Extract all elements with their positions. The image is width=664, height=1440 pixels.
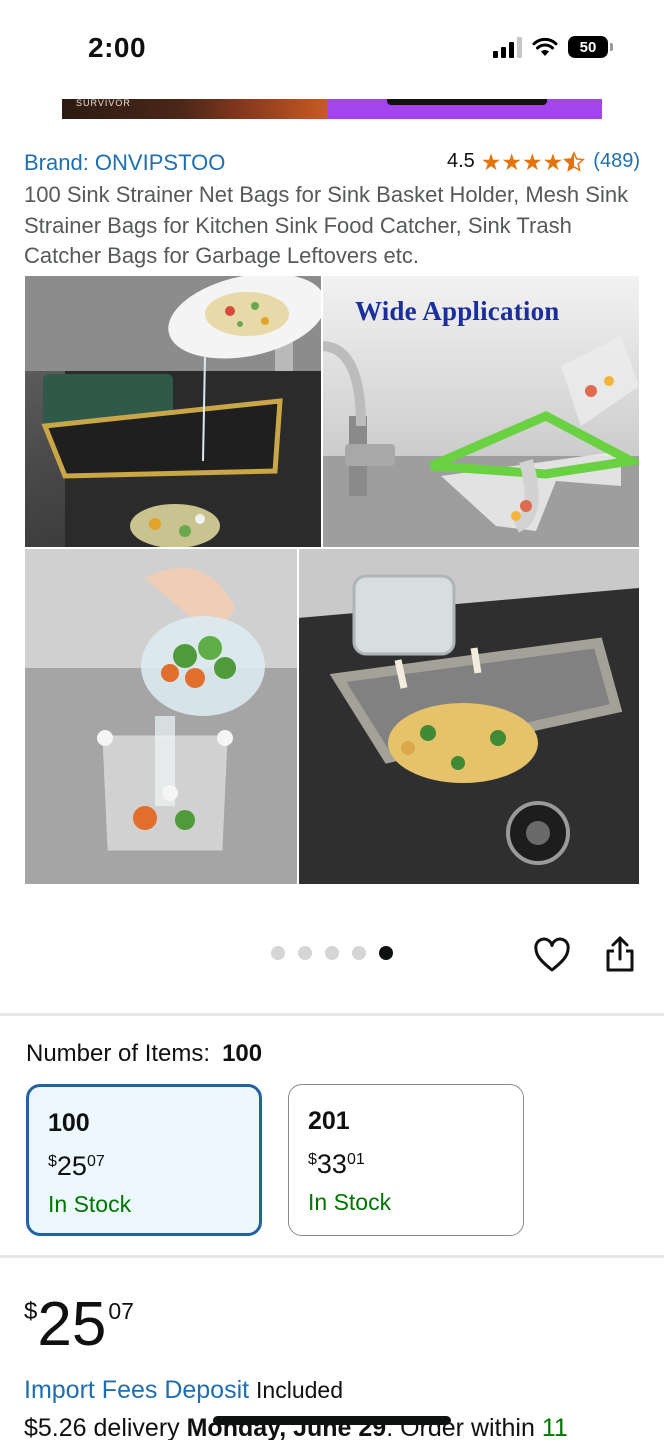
- star-full-icon: ★: [522, 148, 543, 175]
- product-image[interactable]: Wide Application: [25, 276, 639, 884]
- rating-summary[interactable]: 4.5 ★ ★ ★ ★ (489): [447, 150, 640, 173]
- variation-label-text: Number of Items:: [26, 1040, 211, 1067]
- wishlist-button[interactable]: [533, 937, 571, 975]
- import-fees-link[interactable]: Import Fees Deposit: [24, 1376, 249, 1404]
- price-cents: 07: [108, 1298, 134, 1324]
- ad-artwork: SURVIVOR: [62, 99, 327, 119]
- star-rating: ★ ★ ★ ★: [480, 148, 586, 175]
- import-fees-suffix: Included: [256, 1377, 344, 1403]
- product-price: $ 25 07: [24, 1292, 134, 1358]
- variation-option-201[interactable]: 201 $3301 In Stock: [288, 1084, 524, 1236]
- section-divider: [0, 1013, 664, 1016]
- rating-value: 4.5: [446, 150, 475, 172]
- product-title: 100 Sink Strainer Net Bags for Sink Bask…: [24, 182, 629, 268]
- ad-brand-text: SURVIVOR: [76, 99, 131, 108]
- wifi-icon: [532, 37, 558, 56]
- ad-banner[interactable]: SURVIVOR: [62, 99, 602, 119]
- image-panel-plate-sink: [25, 276, 321, 548]
- status-time: 2:00: [88, 32, 147, 63]
- option-stock-status: In Stock: [308, 1189, 392, 1215]
- image-panel-pasta-holder: [298, 548, 639, 884]
- brand-link[interactable]: Brand: ONVIPSTOO: [24, 150, 225, 176]
- share-icon: [606, 936, 634, 972]
- price-currency: $: [24, 1298, 38, 1325]
- image-panel-bowl-strainer: [25, 548, 298, 884]
- option-stock-status: In Stock: [48, 1191, 132, 1217]
- delivery-price: $5.26 delivery: [24, 1414, 180, 1440]
- status-icons: 50: [493, 36, 613, 58]
- image-divider: [321, 276, 323, 548]
- star-half-icon: [563, 150, 586, 173]
- variation-label: Number of Items: 100: [26, 1040, 262, 1068]
- image-divider: [25, 547, 639, 549]
- home-indicator[interactable]: [213, 1416, 451, 1425]
- carousel-dots[interactable]: [271, 946, 393, 960]
- option-count: 100: [48, 1109, 90, 1137]
- heart-icon: [534, 937, 570, 972]
- carousel-dot[interactable]: [298, 946, 312, 960]
- option-count: 201: [308, 1107, 350, 1135]
- variation-option-100[interactable]: 100 $2507 In Stock: [26, 1084, 262, 1236]
- star-full-icon: ★: [480, 148, 502, 175]
- rating-count-link[interactable]: (489): [593, 150, 640, 173]
- delivery-countdown: 11: [541, 1414, 568, 1440]
- image-panel-wide-application: Wide Application: [321, 276, 639, 548]
- price-whole: 25: [37, 1290, 107, 1359]
- option-price: $3301: [308, 1149, 365, 1179]
- star-full-icon: ★: [501, 148, 523, 175]
- variation-selected-value: 100: [222, 1040, 263, 1067]
- ad-cta[interactable]: [387, 99, 547, 105]
- carousel-dot[interactable]: [271, 946, 285, 960]
- status-bar: 2:00 50: [0, 0, 664, 96]
- star-full-icon: ★: [542, 148, 564, 175]
- option-price: $2507: [48, 1151, 105, 1181]
- import-fees-row: Import Fees Deposit Included: [24, 1376, 343, 1405]
- carousel-dot[interactable]: [352, 946, 366, 960]
- battery-icon: 50: [568, 36, 613, 58]
- carousel-dot-active[interactable]: [379, 946, 393, 960]
- image-divider: [297, 548, 299, 884]
- section-divider: [0, 1255, 664, 1258]
- carousel-dot[interactable]: [325, 946, 339, 960]
- cellular-signal-icon: [493, 36, 522, 58]
- image-caption: Wide Application: [355, 296, 560, 326]
- share-button[interactable]: [602, 934, 638, 974]
